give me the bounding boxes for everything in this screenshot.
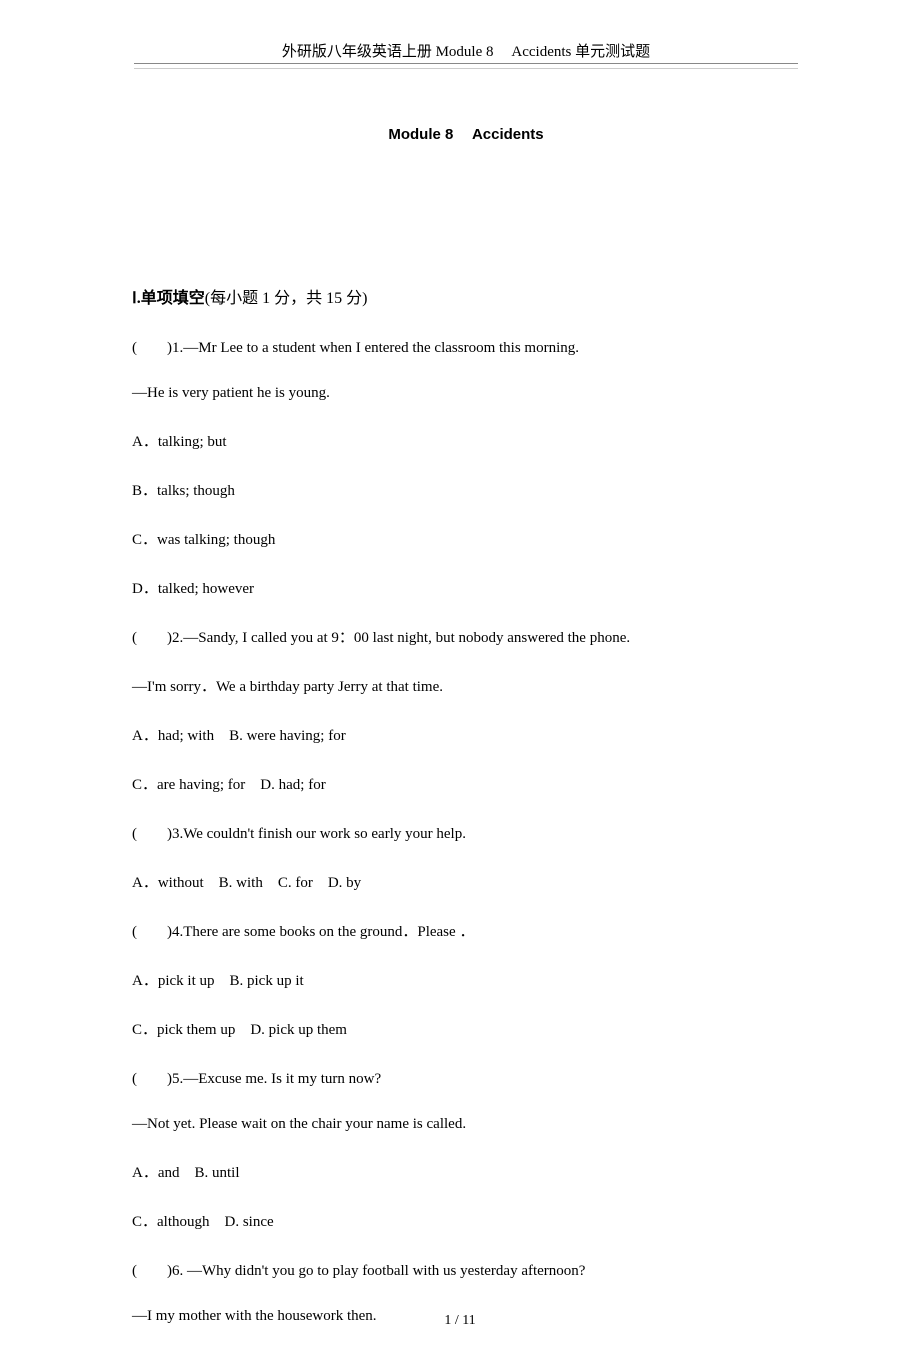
title-text: Module 8 Accidents bbox=[388, 126, 543, 143]
option-text: D．talked; however bbox=[132, 581, 254, 597]
question-3-prompt: ( )3.We couldn't finish our work so earl… bbox=[132, 822, 800, 843]
option-line: C．are having; for D. had; for bbox=[132, 773, 800, 794]
option-text: B．talks; though bbox=[132, 483, 235, 499]
option-text: A．pick it up B. pick up it bbox=[132, 973, 304, 989]
question-number: ( )1. bbox=[132, 340, 183, 356]
option-text: A．and B. until bbox=[132, 1165, 240, 1181]
question-text: —He is very patient bbox=[132, 385, 257, 401]
question-text: your name is called. bbox=[345, 1116, 466, 1132]
question-text: We couldn't finish our work so early bbox=[183, 826, 405, 842]
question-2-line2: —I'm sorry．We a birthday party Jerry at … bbox=[132, 675, 800, 696]
question-5-prompt: ( )5.—Excuse me. Is it my turn now? bbox=[132, 1067, 800, 1088]
question-5-line2: —Not yet. Please wait on the chair your … bbox=[132, 1116, 800, 1133]
question-number: ( )2. bbox=[132, 630, 183, 646]
page: 外研版八年级英语上册 Module 8 Accidents 单元测试题 Modu… bbox=[0, 0, 920, 1349]
option-text: C．was talking; though bbox=[132, 532, 275, 548]
page-header: 外研版八年级英语上册 Module 8 Accidents 单元测试题 bbox=[132, 40, 800, 61]
option-line: C．pick them up D. pick up them bbox=[132, 1018, 800, 1039]
question-text: —I'm sorry．We bbox=[132, 679, 239, 695]
question-text: —Not yet. Please wait on the chair bbox=[132, 1116, 345, 1132]
page-footer: 1 / 11 bbox=[0, 1313, 920, 1329]
question-number: ( )3. bbox=[132, 826, 183, 842]
question-1-prompt: ( )1.—Mr Lee to a student when I entered… bbox=[132, 336, 800, 357]
option-c: C．was talking; though bbox=[132, 528, 800, 549]
question-text: —Mr Lee bbox=[183, 340, 246, 356]
section-1-title: Ⅰ.单项填空(每小题 1 分，共 15 分) bbox=[132, 284, 800, 308]
option-b: B．talks; though bbox=[132, 479, 800, 500]
option-line: A．had; with B. were having; for bbox=[132, 724, 800, 745]
question-text: a birthday party bbox=[239, 679, 338, 695]
question-text: ． bbox=[459, 924, 474, 940]
header-rule-2 bbox=[134, 68, 798, 69]
option-text: C．are having; for D. had; for bbox=[132, 777, 326, 793]
question-text: —Excuse me. Is it my turn now? bbox=[183, 1071, 381, 1087]
question-text: Jerry at that time. bbox=[338, 679, 443, 695]
option-text: A．had; with B. were having; for bbox=[132, 728, 346, 744]
section-1-label: Ⅰ.单项填空 bbox=[132, 290, 205, 307]
option-a: A．talking; but bbox=[132, 430, 800, 451]
header-text: 外研版八年级英语上册 Module 8 Accidents 单元测试题 bbox=[282, 44, 650, 60]
question-1-line2: —He is very patient he is young. bbox=[132, 385, 800, 402]
option-line: A．and B. until bbox=[132, 1161, 800, 1182]
question-text: There are some books on the ground．Pleas… bbox=[183, 924, 459, 940]
question-number: ( )5. bbox=[132, 1071, 183, 1087]
question-number: ( )6. bbox=[132, 1263, 183, 1279]
option-line: A．without B. with C. for D. by bbox=[132, 871, 800, 892]
question-2-prompt: ( )2.—Sandy, I called you at 9：00 last n… bbox=[132, 626, 800, 647]
page-number: 1 / 11 bbox=[444, 1313, 475, 1328]
question-text: to a student when I entered the classroo… bbox=[247, 340, 579, 356]
option-text: A．talking; but bbox=[132, 434, 227, 450]
question-text: your help. bbox=[405, 826, 466, 842]
question-text: —Why didn't you go to play football with… bbox=[183, 1263, 585, 1279]
option-line: A．pick it up B. pick up it bbox=[132, 969, 800, 990]
question-4-prompt: ( )4.There are some books on the ground．… bbox=[132, 920, 800, 941]
question-text: —Sandy, I called you at 9：00 last night,… bbox=[183, 630, 630, 646]
header-rule bbox=[134, 63, 798, 64]
module-title: Module 8 Accidents bbox=[132, 123, 800, 144]
question-6-prompt: ( )6. —Why didn't you go to play footbal… bbox=[132, 1259, 800, 1280]
option-text: C．pick them up D. pick up them bbox=[132, 1022, 347, 1038]
option-text: A．without B. with C. for D. by bbox=[132, 875, 361, 891]
question-text: he is young. bbox=[257, 385, 330, 401]
option-d: D．talked; however bbox=[132, 577, 800, 598]
section-1-scoring: (每小题 1 分，共 15 分) bbox=[205, 290, 368, 307]
option-text: C．although D. since bbox=[132, 1214, 274, 1230]
option-line: C．although D. since bbox=[132, 1210, 800, 1231]
question-number: ( )4. bbox=[132, 924, 183, 940]
